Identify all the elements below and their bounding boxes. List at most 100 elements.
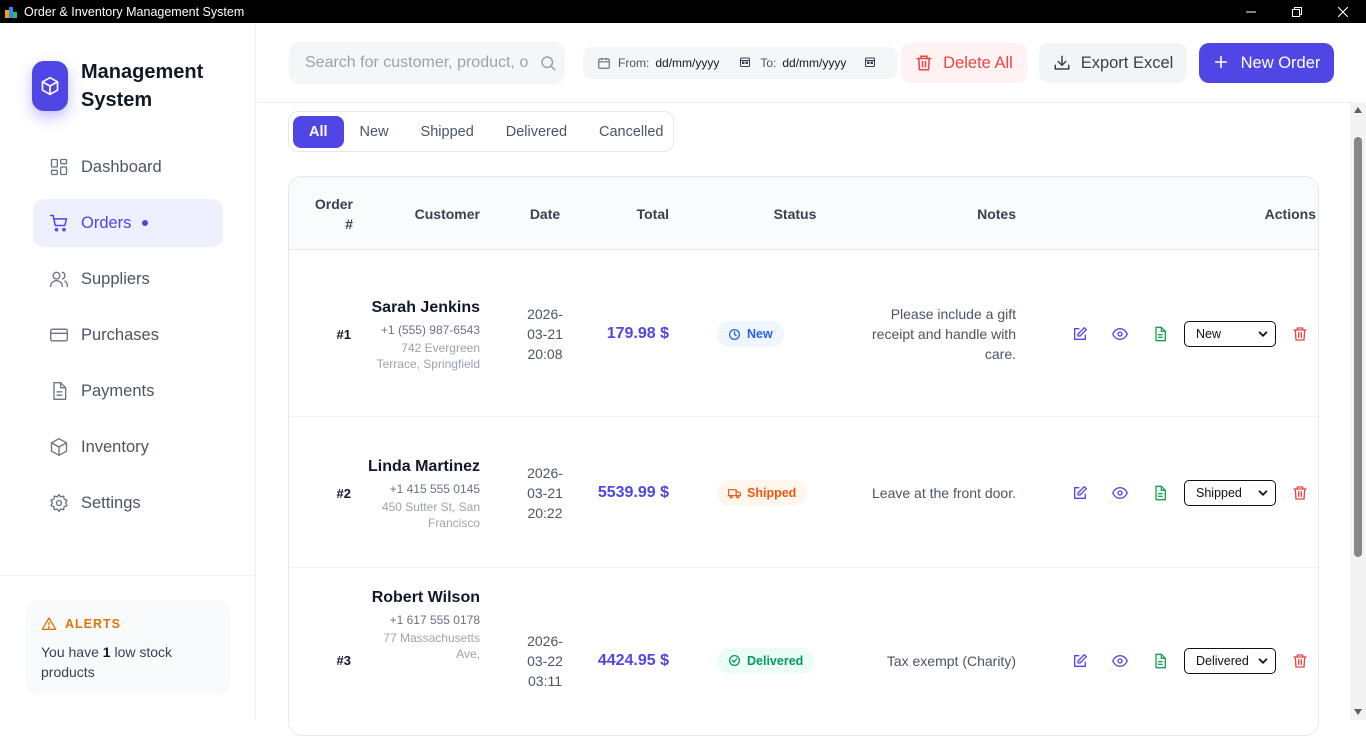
trash-icon bbox=[915, 54, 933, 72]
tab-cancelled[interactable]: Cancelled bbox=[583, 116, 680, 148]
invoice-icon[interactable] bbox=[1152, 485, 1168, 501]
customer-name: Sarah Jenkins bbox=[371, 299, 481, 316]
search-input[interactable] bbox=[305, 54, 533, 72]
trash-icon[interactable] bbox=[1292, 653, 1308, 669]
plus-icon bbox=[1213, 54, 1231, 72]
close-button[interactable] bbox=[1320, 0, 1366, 23]
sidebar-item-payments[interactable]: Payments bbox=[33, 367, 223, 415]
date-to-input[interactable]: dd/mm/yyyy bbox=[782, 56, 846, 70]
status-select[interactable]: Delivered bbox=[1184, 647, 1276, 674]
date-from-input[interactable]: dd/mm/yyyy bbox=[655, 56, 719, 70]
customer-phone: +1 (555) 987-6543 bbox=[380, 323, 480, 337]
order-number: #2 bbox=[336, 485, 351, 501]
status-badge-label: Shipped bbox=[747, 486, 797, 500]
calendar-icon bbox=[597, 56, 611, 70]
eye-icon[interactable] bbox=[1112, 326, 1128, 342]
chevron-down-icon bbox=[1256, 654, 1270, 668]
invoice-icon[interactable] bbox=[1152, 326, 1168, 342]
toolbar: From: dd/mm/yyyy To: dd/mm/yyyy Delete A… bbox=[257, 23, 1366, 103]
trash-icon[interactable] bbox=[1292, 485, 1308, 501]
clock-icon bbox=[728, 328, 741, 341]
edit-icon[interactable] bbox=[1072, 485, 1088, 501]
date-picker-icon[interactable] bbox=[864, 56, 878, 70]
customer-name: Robert Wilson bbox=[371, 589, 480, 606]
delete-all-button[interactable]: Delete All bbox=[901, 43, 1027, 83]
status-filter-tabs: All New Shipped Delivered Cancelled bbox=[288, 111, 674, 152]
status-badge-label: New bbox=[747, 327, 773, 341]
delete-all-label: Delete All bbox=[943, 53, 1013, 72]
status-badge-label: Delivered bbox=[747, 653, 804, 668]
date-from-label: From: bbox=[618, 56, 650, 70]
order-date: 2026-03-21 20:22 bbox=[527, 465, 563, 521]
eye-icon[interactable] bbox=[1112, 485, 1128, 501]
brand-title: Management System bbox=[81, 61, 204, 111]
table-row: #2 Linda Martinez +1 415 555 0145 450 Su… bbox=[289, 418, 1318, 568]
truck-icon bbox=[728, 487, 741, 500]
scroll-down-arrow-icon[interactable] bbox=[1354, 709, 1362, 715]
export-excel-label: Export Excel bbox=[1080, 53, 1174, 72]
status-badge: Delivered bbox=[717, 647, 815, 674]
trash-icon[interactable] bbox=[1292, 326, 1308, 342]
scroll-thumb[interactable] bbox=[1354, 137, 1362, 557]
download-icon bbox=[1053, 54, 1071, 72]
order-total: 4424.95 $ bbox=[597, 651, 669, 669]
brand: Management System bbox=[32, 58, 221, 114]
order-notes: Leave at the front door. bbox=[872, 485, 1016, 501]
chevron-down-icon bbox=[1256, 327, 1270, 341]
status-badge: Shipped bbox=[717, 480, 808, 506]
sidebar-item-inventory[interactable]: Inventory bbox=[33, 423, 223, 471]
status-select-value: Shipped bbox=[1196, 486, 1242, 500]
sidebar-nav: Dashboard Orders Suppliers Purchases Pay… bbox=[33, 143, 223, 535]
header-actions: Actions bbox=[1264, 205, 1316, 222]
sidebar-item-label: Settings bbox=[81, 493, 141, 512]
scroll-up-arrow-icon[interactable] bbox=[1354, 107, 1362, 113]
sidebar-item-label: Suppliers bbox=[81, 269, 150, 288]
customer-phone: +1 617 555 0178 bbox=[389, 613, 480, 627]
alerts-text-before: You have bbox=[41, 644, 103, 660]
dashboard-icon bbox=[49, 157, 69, 177]
edit-icon[interactable] bbox=[1072, 326, 1088, 342]
new-order-button[interactable]: New Order bbox=[1199, 43, 1334, 83]
active-indicator-dot bbox=[142, 220, 149, 226]
alerts-heading: ALERTS bbox=[65, 617, 121, 631]
customer-name: Linda Martinez bbox=[367, 458, 480, 475]
table-row: #1 Sarah Jenkins +1 (555) 987-6543 742 E… bbox=[289, 251, 1318, 417]
sidebar-item-settings[interactable]: Settings bbox=[33, 479, 223, 527]
status-select[interactable]: Shipped bbox=[1184, 480, 1276, 506]
order-notes: Tax exempt (Charity) bbox=[886, 652, 1016, 669]
edit-icon[interactable] bbox=[1072, 653, 1088, 669]
new-order-label: New Order bbox=[1240, 53, 1321, 72]
search-icon[interactable] bbox=[539, 54, 557, 72]
status-select-value: New bbox=[1196, 327, 1222, 341]
sidebar-item-label: Payments bbox=[81, 381, 155, 400]
card-icon bbox=[49, 325, 69, 345]
invoice-icon[interactable] bbox=[1152, 653, 1168, 669]
restore-icon bbox=[1292, 6, 1302, 17]
sidebar-item-dashboard[interactable]: Dashboard bbox=[33, 143, 223, 191]
sidebar-item-purchases[interactable]: Purchases bbox=[33, 311, 223, 359]
status-select[interactable]: New bbox=[1184, 321, 1276, 347]
orders-table: Order # Customer Date Total Status Notes… bbox=[288, 176, 1319, 736]
close-icon bbox=[1338, 6, 1348, 17]
tab-delivered[interactable]: Delivered bbox=[490, 116, 583, 148]
customer-address: 450 Sutter St, San Francisco bbox=[381, 500, 480, 530]
sidebar-item-orders[interactable]: Orders bbox=[33, 199, 223, 247]
app-icon bbox=[4, 5, 18, 19]
order-number: #1 bbox=[336, 326, 351, 342]
tab-all[interactable]: All bbox=[293, 115, 344, 148]
tab-new[interactable]: New bbox=[344, 116, 405, 148]
customer-address: 77 Massachusetts Ave, bbox=[383, 631, 480, 661]
restore-button[interactable] bbox=[1274, 0, 1320, 23]
date-picker-icon[interactable] bbox=[739, 56, 753, 70]
sidebar-item-suppliers[interactable]: Suppliers bbox=[33, 255, 223, 303]
customer-phone: +1 415 555 0145 bbox=[389, 482, 480, 496]
customer-address: 742 Evergreen Terrace, Springfield bbox=[376, 341, 480, 371]
eye-icon[interactable] bbox=[1112, 653, 1128, 669]
sidebar-divider bbox=[0, 575, 256, 576]
order-notes: Please include a gift receipt and handle… bbox=[872, 306, 1016, 362]
export-excel-button[interactable]: Export Excel bbox=[1039, 43, 1187, 83]
alerts-title: ALERTS bbox=[41, 616, 215, 632]
vertical-scrollbar[interactable] bbox=[1350, 103, 1366, 720]
minimize-button[interactable] bbox=[1228, 0, 1274, 23]
tab-shipped[interactable]: Shipped bbox=[405, 116, 490, 148]
